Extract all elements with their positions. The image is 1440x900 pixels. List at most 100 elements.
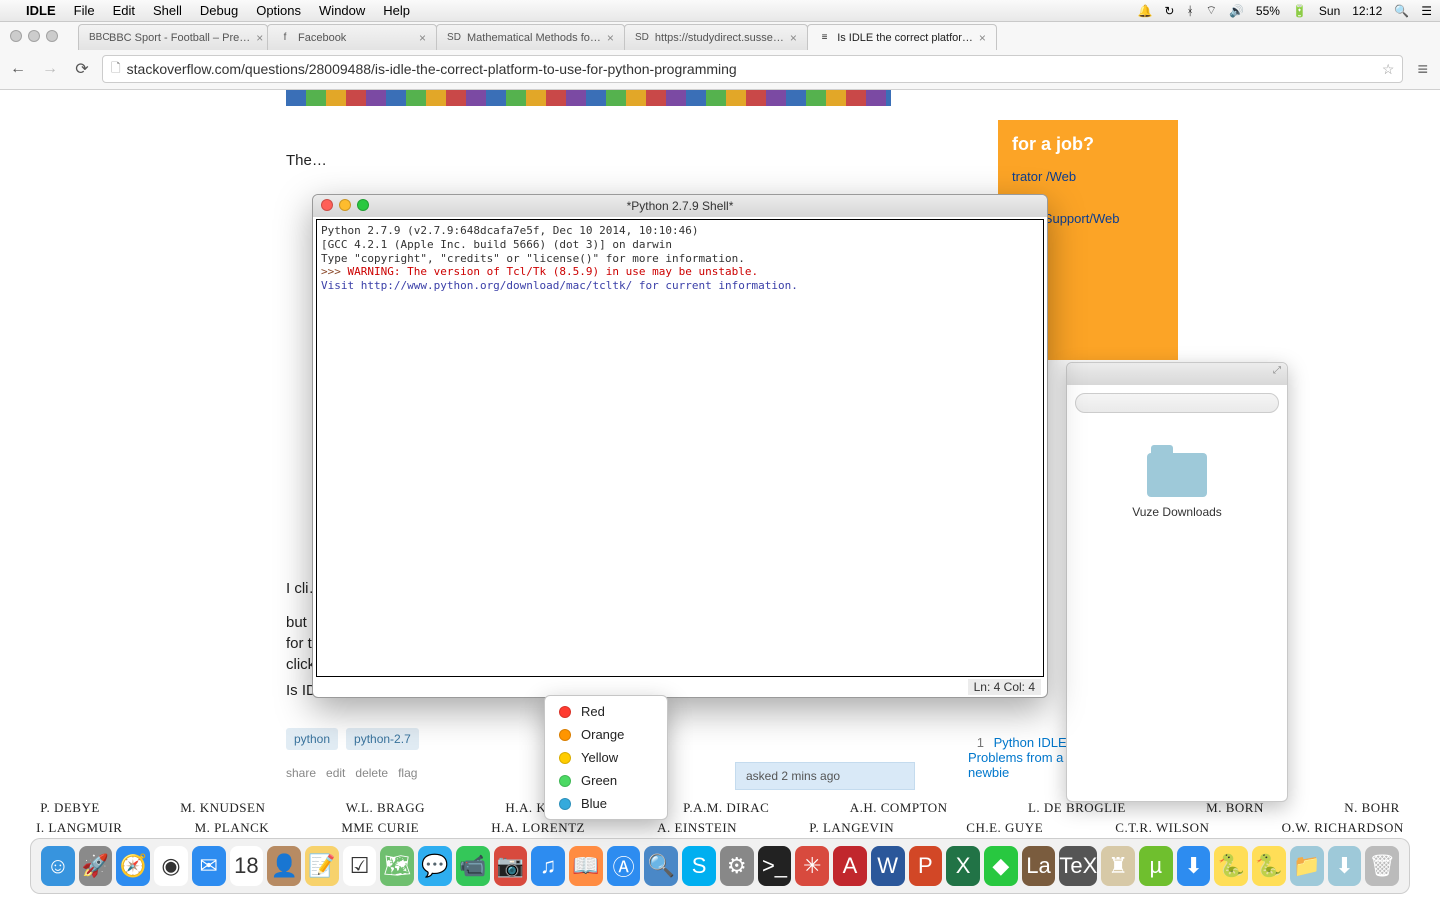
browser-tab-0[interactable]: BBCBBC Sport - Football – Pre…× <box>78 24 268 50</box>
notification-center-icon[interactable]: 🔔 <box>1137 4 1152 18</box>
zoom-window-button[interactable] <box>46 30 58 42</box>
tag-color-blue[interactable]: Blue <box>545 792 667 815</box>
menu-file[interactable]: File <box>74 3 95 18</box>
spotlight-icon[interactable]: 🔍 <box>1394 4 1409 18</box>
action-flag[interactable]: flag <box>398 766 417 780</box>
tag-color-orange[interactable]: Orange <box>545 723 667 746</box>
tab-close-2[interactable]: × <box>607 31 614 45</box>
browser-tab-2[interactable]: SDMathematical Methods fo…× <box>436 24 625 50</box>
reload-button[interactable]: ⟳ <box>70 57 94 81</box>
site-info-icon[interactable]: 🗋 <box>111 59 121 80</box>
dock-reminders-icon[interactable]: ☑ <box>343 846 377 886</box>
idle-warning: WARNING: The version of Tcl/Tk (8.5.9) i… <box>348 265 759 278</box>
tag-color-green[interactable]: Green <box>545 769 667 792</box>
tag-python27[interactable]: python-2.7 <box>346 728 419 750</box>
idle-shell-window[interactable]: *Python 2.7.9 Shell* Python 2.7.9 (v2.7.… <box>312 194 1048 698</box>
caption-name: N. BOHR <box>1344 800 1400 816</box>
dock-tex-icon[interactable]: TeX <box>1059 846 1097 886</box>
menu-shell[interactable]: Shell <box>153 3 182 18</box>
dock-launchpad-icon[interactable]: 🚀 <box>79 846 113 886</box>
tab-close-0[interactable]: × <box>256 31 263 45</box>
wifi-icon[interactable]: ⌔ <box>1206 3 1217 18</box>
finder-search-field[interactable] <box>1075 393 1279 413</box>
menu-window[interactable]: Window <box>319 3 365 18</box>
tab-close-4[interactable]: × <box>979 31 986 45</box>
back-button[interactable]: ← <box>6 57 30 81</box>
dock-notes-icon[interactable]: 📝 <box>305 846 339 886</box>
dock-skype-icon[interactable]: S <box>682 846 716 886</box>
minimize-window-button[interactable] <box>28 30 40 42</box>
dock-settings-icon[interactable]: ⚙ <box>720 846 754 886</box>
browser-tab-1[interactable]: fFacebook× <box>267 24 437 50</box>
dock-ibooks-icon[interactable]: 📖 <box>569 846 603 886</box>
menu-edit[interactable]: Edit <box>113 3 135 18</box>
idle-titlebar[interactable]: *Python 2.7.9 Shell* <box>313 195 1047 217</box>
dock-excel-icon[interactable]: X <box>946 846 980 886</box>
tag-color-yellow[interactable]: Yellow <box>545 746 667 769</box>
timemachine-icon[interactable]: ↻ <box>1164 4 1174 18</box>
chrome-menu-icon[interactable]: ≡ <box>1411 59 1434 80</box>
idle-text-area[interactable]: Python 2.7.9 (v2.7.9:648dcafa7e5f, Dec 1… <box>316 219 1044 677</box>
menu-help[interactable]: Help <box>383 3 410 18</box>
dock-chrome-icon[interactable]: ◉ <box>154 846 188 886</box>
tag-python[interactable]: python <box>286 728 338 750</box>
address-bar[interactable]: 🗋 stackoverflow.com/questions/28009488/i… <box>102 55 1403 83</box>
folder-icon[interactable] <box>1147 453 1207 497</box>
app-name[interactable]: IDLE <box>26 3 56 18</box>
tab-close-1[interactable]: × <box>419 31 426 45</box>
finder-tags-menu[interactable]: RedOrangeYellowGreenBlue <box>544 695 668 820</box>
dock-facetime-icon[interactable]: 📹 <box>456 846 490 886</box>
dock-contacts-icon[interactable]: 👤 <box>267 846 301 886</box>
menu-debug[interactable]: Debug <box>200 3 238 18</box>
forward-button[interactable]: → <box>38 57 62 81</box>
idle-zoom-button[interactable] <box>357 199 369 211</box>
expand-icon[interactable]: ⤢ <box>1273 365 1281 376</box>
menu-options[interactable]: Options <box>256 3 301 18</box>
dock-utorrent-icon[interactable]: µ <box>1139 846 1173 886</box>
idle-close-button[interactable] <box>321 199 333 211</box>
dock-terminal-icon[interactable]: >_ <box>758 846 792 886</box>
dock-safari-icon[interactable]: 🧭 <box>116 846 150 886</box>
dock-finder-icon[interactable]: ☺ <box>41 846 75 886</box>
tag-color-red[interactable]: Red <box>545 700 667 723</box>
dock-mail-icon[interactable]: ✉ <box>192 846 226 886</box>
dock-word-icon[interactable]: W <box>871 846 905 886</box>
dock-acrobat-icon[interactable]: A <box>833 846 867 886</box>
dock-itunes-icon[interactable]: ♫ <box>531 846 565 886</box>
dock-folder-icon[interactable]: 📁 <box>1290 846 1324 886</box>
bluetooth-icon[interactable]: ᚼ <box>1186 4 1193 18</box>
clock-time[interactable]: 12:12 <box>1352 4 1382 18</box>
dock-python2-icon[interactable]: 🐍 <box>1252 846 1286 886</box>
idle-minimize-button[interactable] <box>339 199 351 211</box>
dock-maps-icon[interactable]: 🗺 <box>380 846 414 886</box>
action-share[interactable]: share <box>286 766 316 780</box>
dock-downloads-icon[interactable]: ⬇ <box>1328 846 1362 886</box>
dock-trash-icon[interactable]: 🗑 <box>1365 846 1399 886</box>
dock-red-icon[interactable]: ✳ <box>795 846 829 886</box>
finder-window[interactable]: ⤢ Vuze Downloads <box>1066 362 1288 802</box>
dock-messages-icon[interactable]: 💬 <box>418 846 452 886</box>
dock-preview-icon[interactable]: 🔍 <box>644 846 678 886</box>
browser-tab-3[interactable]: SDhttps://studydirect.susse…× <box>624 24 808 50</box>
job-link-1[interactable]: trator /Web <box>1012 169 1164 184</box>
dock-app1-icon[interactable]: ♜ <box>1101 846 1135 886</box>
browser-tab-4[interactable]: ≡Is IDLE the correct platfor…× <box>807 24 997 50</box>
close-window-button[interactable] <box>10 30 22 42</box>
dock-vuze-icon[interactable]: ⬇ <box>1177 846 1211 886</box>
bookmark-star-icon[interactable]: ☆ <box>1382 61 1395 78</box>
dock-latex-icon[interactable]: La <box>1022 846 1056 886</box>
battery-icon[interactable]: 🔋 <box>1292 4 1307 18</box>
tab-close-3[interactable]: × <box>790 31 797 45</box>
action-edit[interactable]: edit <box>326 766 345 780</box>
dock-photobooth-icon[interactable]: 📷 <box>494 846 528 886</box>
clock-day[interactable]: Sun <box>1319 4 1340 18</box>
dock-python1-icon[interactable]: 🐍 <box>1214 846 1248 886</box>
action-delete[interactable]: delete <box>355 766 388 780</box>
dock-powerpoint-icon[interactable]: P <box>909 846 943 886</box>
dock-numbers-icon[interactable]: ◆ <box>984 846 1018 886</box>
finder-titlebar[interactable]: ⤢ <box>1067 363 1287 385</box>
dock-calendar-icon[interactable]: 18 <box>230 846 264 886</box>
menubar-list-icon[interactable]: ☰ <box>1421 4 1432 18</box>
dock-appstore-icon[interactable]: Ⓐ <box>607 846 641 886</box>
volume-icon[interactable]: 🔊 <box>1229 4 1244 18</box>
